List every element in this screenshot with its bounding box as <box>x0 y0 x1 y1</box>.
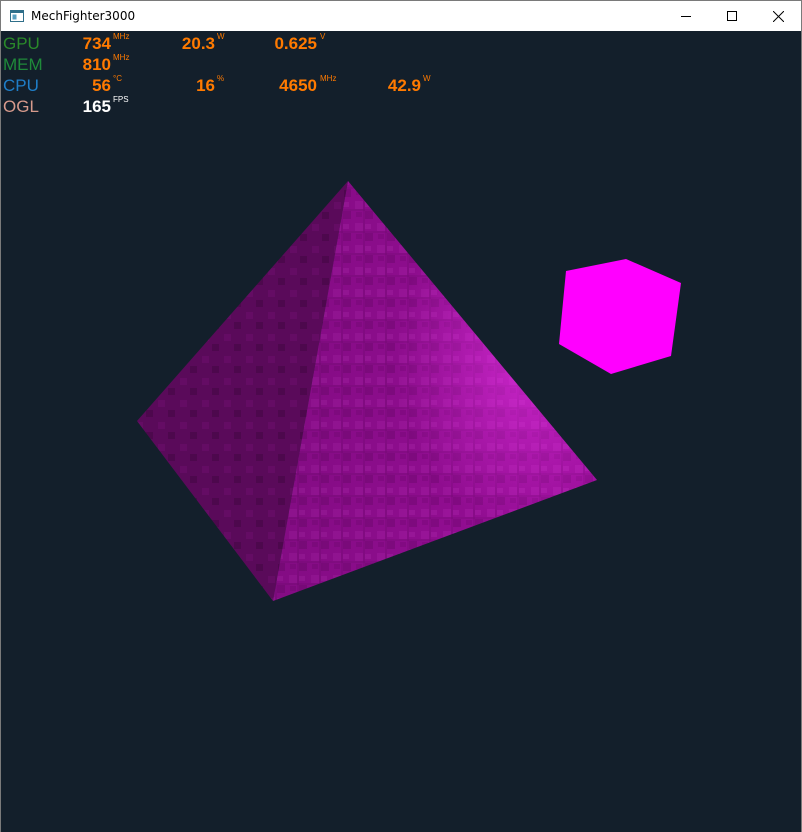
title-bar[interactable]: MechFighter3000 <box>1 1 801 31</box>
cpu-power-unit: W <box>423 74 431 83</box>
cpu-clock-unit: MHz <box>320 74 337 83</box>
cpu-load-unit: % <box>217 74 225 83</box>
window-title: MechFighter3000 <box>31 9 136 23</box>
maximize-button[interactable] <box>709 1 755 31</box>
mem-label: MEM <box>3 55 43 74</box>
3d-scene <box>137 181 681 601</box>
cpu-clock-value: 4650 <box>279 76 317 95</box>
hud-row-ogl: OGL 165 FPS <box>1 95 461 117</box>
gpu-label: GPU <box>3 34 40 53</box>
cpu-temp-unit: °C <box>113 74 122 83</box>
cpu-load-value: 16 <box>196 76 215 95</box>
cpu-temp-value: 56 <box>92 76 111 95</box>
gpu-voltage-value: 0.625 <box>274 34 317 53</box>
minimize-icon <box>681 16 691 17</box>
close-icon <box>772 10 784 22</box>
gpu-power-value: 20.3 <box>181 34 215 53</box>
hud-row-mem: MEM 810 MHz <box>1 53 461 75</box>
gpu-clock-value: 734 <box>82 34 111 53</box>
app-window-icon <box>10 10 24 22</box>
maximize-icon <box>727 11 737 21</box>
textured-pyramid <box>137 181 597 601</box>
render-viewport[interactable]: GPU 734 MHz 20.3 W 0.625 V MEM 810 MHz C… <box>1 31 801 832</box>
gpu-power-unit: W <box>217 32 225 41</box>
application-window: MechFighter3000 GPU 734 MHz 20.3 W 0.625… <box>0 0 802 832</box>
minimize-button[interactable] <box>663 1 709 31</box>
close-button[interactable] <box>755 1 801 31</box>
mem-clock-value: 810 <box>82 55 111 74</box>
mem-clock-unit: MHz <box>113 53 130 62</box>
magenta-cube <box>559 259 681 374</box>
gpu-voltage-unit: V <box>320 32 326 41</box>
hud-row-cpu: CPU 56 °C 16 % 4650 MHz 42.9 W <box>1 74 461 96</box>
gpu-clock-unit: MHz <box>113 32 130 41</box>
fps-value: 165 <box>82 97 111 116</box>
cpu-label: CPU <box>3 76 39 95</box>
cpu-power-value: 42.9 <box>387 76 421 95</box>
fps-unit: FPS <box>113 95 129 104</box>
ogl-label: OGL <box>3 97 39 116</box>
hud-row-gpu: GPU 734 MHz 20.3 W 0.625 V <box>1 32 461 54</box>
